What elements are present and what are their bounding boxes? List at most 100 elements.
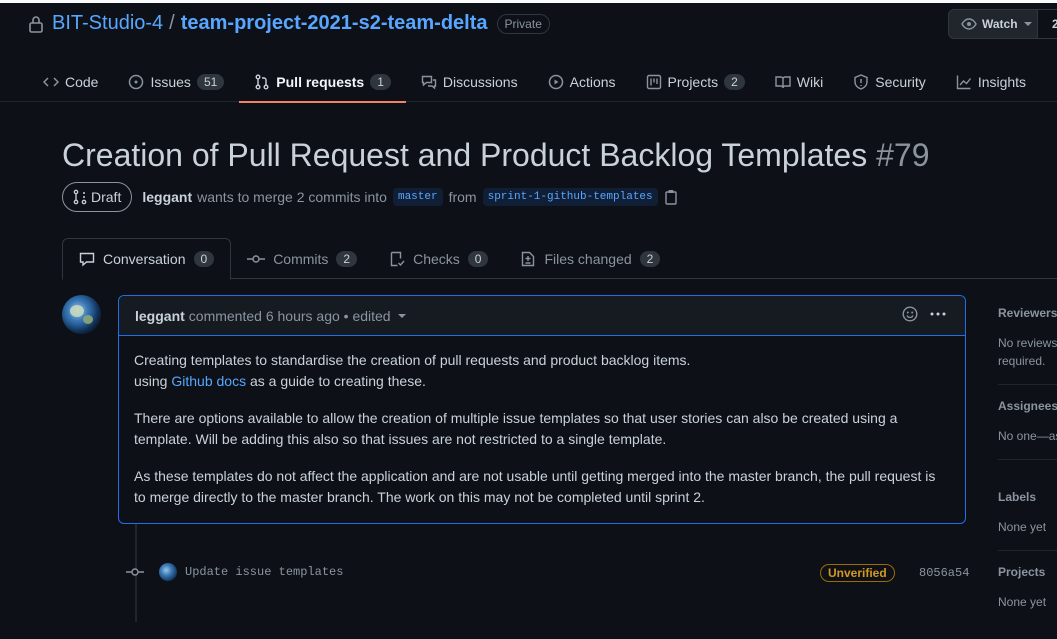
tab-files-changed[interactable]: Files changed 2: [504, 238, 676, 279]
comment-paragraph-3: As these templates do not affect the app…: [134, 468, 936, 505]
nav-discussions-label: Discussions: [442, 73, 518, 90]
pr-title: Creation of Pull Request and Product Bac…: [62, 137, 929, 174]
pr-tabs: Conversation 0 Commits 2 Checks 0 Files …: [62, 238, 1057, 280]
eye-icon: [961, 18, 977, 30]
repo-title: BIT-Studio-4 / team-project-2021-s2-team…: [28, 12, 550, 35]
nav-wiki-label: Wiki: [796, 73, 824, 90]
comment-author-link[interactable]: leggant: [135, 308, 185, 324]
repo-separator: /: [169, 12, 175, 34]
nav-insights[interactable]: Insights: [941, 61, 1041, 102]
tab-files-changed-count: 2: [639, 250, 661, 267]
nav-pull-requests[interactable]: Pull requests 1: [239, 61, 406, 103]
code-icon: [43, 76, 59, 87]
tab-checks-count: 0: [467, 250, 489, 267]
projects-counter: 2: [724, 73, 745, 90]
labels-section: Labels None yet: [998, 474, 1057, 551]
nav-actions-label: Actions: [569, 73, 616, 90]
reviewers-section: Reviewers No reviews required.: [998, 306, 1057, 385]
tab-checks-label: Checks: [413, 250, 460, 267]
file-diff-icon: [522, 251, 535, 266]
watchers-count[interactable]: 2: [1037, 9, 1057, 39]
tab-conversation-count: 0: [193, 251, 215, 267]
commit-node: [126, 564, 144, 580]
nav-projects-label: Projects: [667, 73, 719, 90]
comment-paragraph-2: There are options available to allow the…: [134, 410, 898, 447]
tab-checks[interactable]: Checks 0: [373, 238, 504, 279]
draft-label: Draft: [91, 189, 122, 205]
labels-title[interactable]: Labels: [998, 490, 1057, 504]
nav-security[interactable]: Security: [838, 61, 941, 102]
comment-icon: [79, 252, 95, 267]
tab-conversation[interactable]: Conversation 0: [62, 238, 232, 280]
comment-actions: [902, 306, 947, 322]
unverified-badge[interactable]: Unverified: [820, 564, 895, 582]
comment-meta[interactable]: commented 6 hours ago • edited: [189, 308, 391, 324]
nav-projects[interactable]: Projects 2: [631, 61, 760, 102]
commit-row: Update issue templates Unverified 8056a5…: [126, 560, 969, 584]
repo-header: BIT-Studio-4 / team-project-2021-s2-team…: [0, 3, 1057, 103]
nav-discussions[interactable]: Discussions: [406, 61, 533, 102]
kebab-menu-icon[interactable]: [929, 306, 947, 322]
reviewers-value-2: required.: [998, 354, 1046, 368]
nav-pull-requests-label: Pull requests: [276, 73, 365, 90]
reviewers-title[interactable]: Reviewers: [998, 306, 1057, 320]
graph-icon: [956, 75, 971, 89]
play-icon: [548, 74, 563, 89]
commit-sha-link[interactable]: 8056a54: [919, 566, 969, 580]
watch-label: Watch: [982, 17, 1018, 31]
comment-p1b: using: [134, 373, 168, 389]
issues-counter: 51: [196, 73, 225, 90]
github-docs-link[interactable]: Github docs: [171, 373, 246, 389]
pull-request-icon: [255, 74, 269, 89]
pr-meta: Draft leggant wants to merge 2 commits i…: [62, 182, 678, 212]
assignees-title[interactable]: Assignees: [998, 399, 1057, 413]
commit-author-avatar[interactable]: [159, 563, 177, 581]
comment-header: leggant commented 6 hours ago • edited: [119, 296, 965, 336]
projects-title[interactable]: Projects: [998, 565, 1057, 579]
nav-issues[interactable]: Issues 51: [113, 61, 239, 102]
nav-issues-label: Issues: [150, 73, 191, 90]
assignees-value[interactable]: No one—assign yourself: [998, 427, 1057, 445]
nav-wiki[interactable]: Wiki: [760, 61, 838, 102]
checklist-icon: [390, 251, 405, 266]
copy-icon[interactable]: [664, 189, 678, 205]
nav-code-label: Code: [65, 73, 99, 90]
repo-name-link[interactable]: team-project-2021-s2-team-delta: [181, 12, 488, 35]
nav-actions[interactable]: Actions: [533, 61, 631, 102]
repo-nav: Code Issues 51 Pull requests 1 Discussio…: [28, 61, 1041, 103]
tab-files-changed-label: Files changed: [544, 250, 632, 267]
visibility-badge: Private: [496, 13, 550, 34]
from-text: from: [448, 189, 477, 205]
head-branch[interactable]: sprint-1-github-templates: [482, 188, 658, 206]
issue-icon: [129, 74, 144, 89]
pull-requests-counter: 1: [370, 73, 391, 90]
draft-badge: Draft: [62, 182, 133, 212]
comment-p1a: Creating templates to standardise the cr…: [134, 352, 691, 368]
comment-body: Creating templates to standardise the cr…: [119, 336, 965, 523]
author-avatar[interactable]: [62, 295, 101, 334]
projects-section: Projects None yet: [998, 565, 1057, 625]
tab-conversation-label: Conversation: [103, 251, 186, 267]
base-branch[interactable]: master: [392, 188, 443, 206]
commit-message-link[interactable]: Update issue templates: [185, 565, 343, 579]
caret-down-icon: [1023, 22, 1032, 26]
assignees-section: Assignees No one—assign yourself: [998, 399, 1057, 460]
project-icon: [646, 74, 661, 89]
comment-p1c: as a guide to creating these.: [249, 373, 426, 389]
draft-pr-icon: [73, 189, 87, 205]
tab-commits[interactable]: Commits 2: [231, 238, 373, 279]
tab-commits-label: Commits: [273, 250, 329, 267]
commit-icon: [126, 568, 144, 576]
shield-icon: [854, 73, 868, 90]
book-icon: [775, 75, 791, 88]
repo-owner-link[interactable]: BIT-Studio-4: [52, 12, 163, 35]
smiley-icon[interactable]: [902, 306, 918, 322]
pr-author-link[interactable]: leggant: [142, 189, 192, 205]
edited-caret-icon[interactable]: [397, 311, 407, 321]
comment-paragraph-1: Creating templates to standardise the cr…: [134, 350, 950, 392]
nav-code[interactable]: Code: [28, 61, 113, 102]
commit-icon: [247, 254, 266, 263]
pr-number: #79: [876, 137, 930, 173]
watch-button[interactable]: Watch: [948, 9, 1038, 39]
comment-box: leggant commented 6 hours ago • edited C…: [118, 295, 966, 524]
